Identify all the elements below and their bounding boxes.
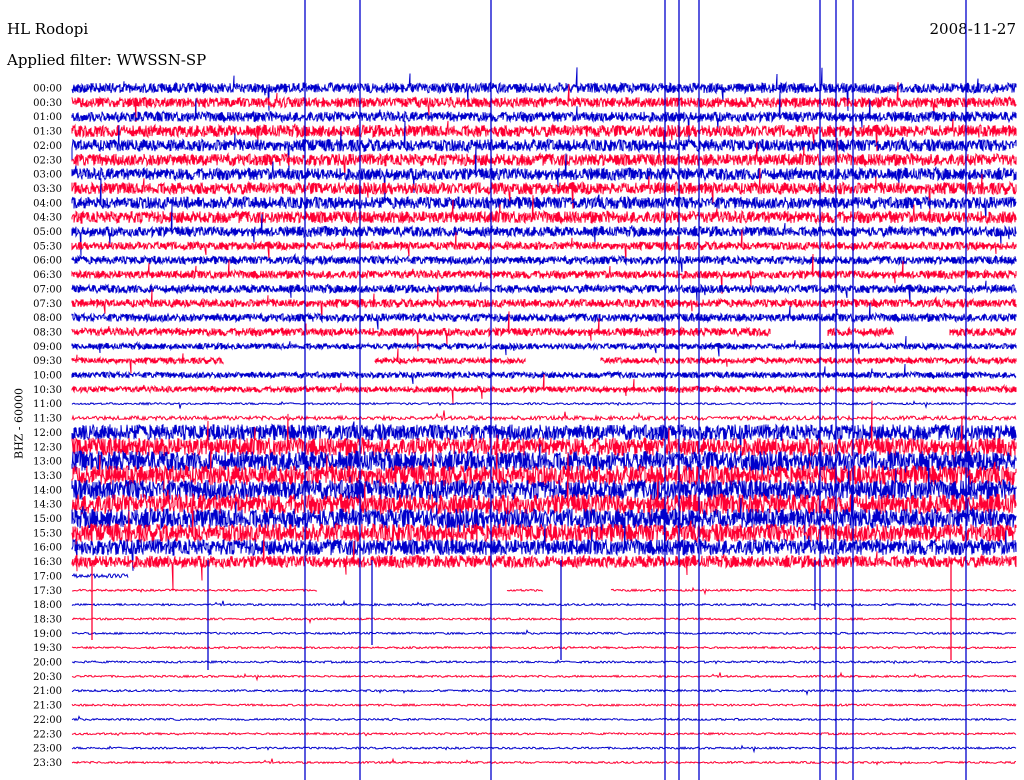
row-label: 15:00	[33, 514, 62, 525]
row-label: 12:00	[33, 428, 62, 439]
row-label: 06:00	[33, 256, 62, 267]
row-label: 08:00	[33, 313, 62, 324]
trace-row	[71, 645, 1017, 651]
row-label: 00:00	[33, 84, 62, 95]
row-label: 06:30	[33, 270, 62, 281]
row-label: 21:00	[33, 686, 62, 697]
row-label: 01:00	[33, 112, 62, 123]
row-label: 21:30	[33, 701, 62, 712]
row-label: 01:30	[33, 127, 62, 138]
trace-row	[71, 659, 1017, 665]
trace-row	[71, 715, 1017, 722]
seismogram-plot: 00:00 00:30 01:00 01:30 02:00 02:30 03:00 03:30…	[33, 0, 1017, 780]
trace-row	[71, 336, 1017, 357]
trace-row	[71, 302, 1017, 330]
trace-row	[71, 688, 1017, 696]
trace-row	[71, 348, 1017, 374]
row-label: 04:00	[33, 198, 62, 209]
row-label: 02:00	[33, 141, 62, 152]
trace-row	[71, 671, 1017, 682]
trace-row	[71, 252, 1017, 273]
trace-row	[71, 731, 1017, 737]
trace-row	[71, 143, 1017, 204]
row-label: 17:00	[33, 571, 62, 582]
row-label: 14:00	[33, 485, 62, 496]
row-label: 13:30	[33, 471, 62, 482]
row-label: 10:00	[33, 371, 62, 382]
trace-row	[71, 616, 1017, 625]
row-label: 20:30	[33, 672, 62, 683]
row-label: 00:30	[33, 98, 62, 109]
row-label: 23:00	[33, 744, 62, 755]
trace-row	[71, 572, 129, 579]
row-label: 18:00	[33, 600, 62, 611]
trace-row	[71, 410, 1017, 422]
trace-row	[71, 744, 1017, 754]
trace-row	[71, 599, 1017, 608]
trace-row	[71, 400, 1017, 409]
trace-row	[71, 757, 1017, 766]
row-label: 15:30	[33, 528, 62, 539]
row-label: 07:30	[33, 299, 62, 310]
trace-row	[71, 703, 1017, 708]
row-label: 22:30	[33, 729, 62, 740]
row-label: 02:30	[33, 155, 62, 166]
row-label: 08:30	[33, 327, 62, 338]
trace-row	[71, 629, 1017, 636]
row-label: 16:30	[33, 557, 62, 568]
row-label: 04:30	[33, 213, 62, 224]
row-label: 18:30	[33, 614, 62, 625]
row-label: 19:00	[33, 629, 62, 640]
row-label: 20:00	[33, 658, 62, 669]
row-label: 11:00	[33, 399, 62, 410]
row-label: 16:00	[33, 543, 62, 554]
row-label: 05:00	[33, 227, 62, 238]
row-label: 12:30	[33, 442, 62, 453]
row-label: 17:30	[33, 586, 62, 597]
row-label: 03:00	[33, 170, 62, 181]
row-label: 07:00	[33, 284, 62, 295]
row-label: 03:30	[33, 184, 62, 195]
row-label: 09:30	[33, 356, 62, 367]
row-label: 11:30	[33, 414, 62, 425]
trace-row	[71, 586, 1017, 596]
row-label: 13:00	[33, 457, 62, 468]
row-label: 10:30	[33, 385, 62, 396]
row-label: 23:30	[33, 758, 62, 769]
trace-row	[71, 373, 1017, 404]
row-label: 22:00	[33, 715, 62, 726]
row-label: 05:30	[33, 241, 62, 252]
row-label: 19:30	[33, 643, 62, 654]
row-label: 09:00	[33, 342, 62, 353]
row-label: 14:30	[33, 500, 62, 511]
